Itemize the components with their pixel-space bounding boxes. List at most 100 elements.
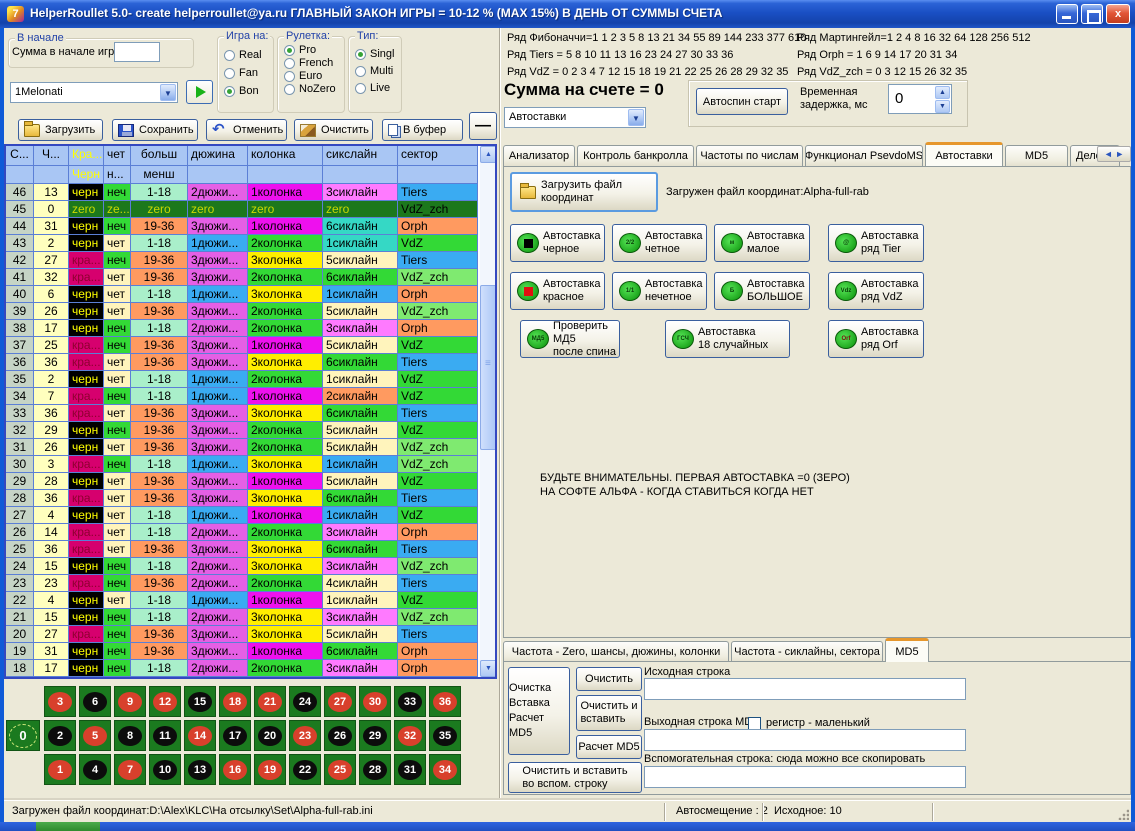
table-row[interactable]: 3725кра...неч19-363дюжи...1колонка5сикла…: [6, 337, 478, 354]
radio-icon[interactable]: [355, 66, 366, 77]
roulette-cell-33[interactable]: 33: [394, 686, 426, 717]
roulette-cell-32[interactable]: 32: [394, 720, 426, 751]
table-row[interactable]: 2415черннеч1-182дюжи...3колонка3сиклайнV…: [6, 558, 478, 575]
radio-icon[interactable]: [355, 83, 366, 94]
column-header[interactable]: С...: [6, 146, 34, 166]
start-sum-input[interactable]: [114, 42, 160, 62]
tab-2[interactable]: Контроль банкролла: [577, 145, 694, 166]
bet-button-even[interactable]: 2/2Автоставка четное: [612, 224, 707, 262]
autospin-start-button[interactable]: Автоспин старт: [696, 88, 788, 115]
radio-icon[interactable]: [284, 45, 295, 56]
roulette-cell-35[interactable]: 35: [429, 720, 461, 751]
table-row[interactable]: 4431черннеч19-363дюжи...1колонка6сиклайн…: [6, 218, 478, 235]
radio-option-euro[interactable]: Euro: [278, 70, 344, 82]
chevron-down-icon[interactable]: ▼: [160, 84, 176, 101]
tab-5[interactable]: Автоставки: [925, 142, 1003, 166]
table-row[interactable]: 3229черннеч19-363дюжи...2колонка5сиклайн…: [6, 422, 478, 439]
radio-icon[interactable]: [224, 50, 235, 61]
roulette-cell-4[interactable]: 4: [79, 754, 111, 785]
bet-button-big-b[interactable]: БАвтоставка БОЛЬШОЕ: [714, 272, 810, 310]
table-row[interactable]: 274чернчет1-181дюжи...1колонка1сиклайнVd…: [6, 507, 478, 524]
bet-button-orf[interactable]: OrfАвтоставка ряд Orf: [828, 320, 924, 358]
roulette-cell-14[interactable]: 14: [184, 720, 216, 751]
table-row[interactable]: 3926чернчет19-363дюжи...2колонка5сиклайн…: [6, 303, 478, 320]
roulette-cell-2[interactable]: 2: [44, 720, 76, 751]
table-row[interactable]: 4613черннеч1-182дюжи...1колонка3сиклайнT…: [6, 184, 478, 201]
table-row[interactable]: 3126чернчет19-363дюжи...2колонка5сиклайн…: [6, 439, 478, 456]
roulette-cell-22[interactable]: 22: [289, 754, 321, 785]
play-button[interactable]: [186, 80, 213, 104]
table-row[interactable]: 352чернчет1-181дюжи...2колонка1сиклайнVd…: [6, 371, 478, 388]
column-header[interactable]: Ч...: [34, 146, 69, 166]
roulette-cell-7[interactable]: 7: [114, 754, 146, 785]
roulette-cell-27[interactable]: 27: [324, 686, 356, 717]
roulette-cell-31[interactable]: 31: [394, 754, 426, 785]
open-folder-button[interactable]: Загрузить: [18, 119, 103, 141]
roulette-cell-16[interactable]: 16: [219, 754, 251, 785]
roulette-cell-6[interactable]: 6: [79, 686, 111, 717]
table-scrollbar[interactable]: ▲ ▼: [480, 146, 497, 677]
clear-paste-calc-button[interactable]: Очистка Вставка Расчет MD5: [508, 667, 570, 755]
roulette-cell-34[interactable]: 34: [429, 754, 461, 785]
bet-button-red-square[interactable]: Автоставка красное: [510, 272, 605, 310]
table-row[interactable]: 4227кра...неч19-363дюжи...3колонка5сикла…: [6, 252, 478, 269]
close-button[interactable]: x: [1106, 4, 1130, 24]
table-row[interactable]: 2323кра...неч19-362дюжи...2колонка4сикла…: [6, 575, 478, 592]
profile-combobox[interactable]: 1Melonati ▼: [10, 82, 178, 103]
radio-option-bon[interactable]: Bon: [218, 85, 273, 97]
table-row[interactable]: 2836кра...чет19-363дюжи...3колонка6сикла…: [6, 490, 478, 507]
scrollbar-thumb[interactable]: [480, 285, 497, 450]
roulette-cell-17[interactable]: 17: [219, 720, 251, 751]
calc-md5-button[interactable]: Расчет MD5: [576, 735, 642, 759]
table-row[interactable]: 450zeroze...zerozerozerozeroVdZ_zch: [6, 201, 478, 218]
roulette-cell-24[interactable]: 24: [289, 686, 321, 717]
bet-button-vdz[interactable]: VdzАвтоставка ряд VdZ: [828, 272, 924, 310]
radio-icon[interactable]: [224, 86, 235, 97]
md5-output-input[interactable]: [644, 729, 966, 751]
bet-button-black-square[interactable]: Автоставка черное: [510, 224, 605, 262]
column-header[interactable]: чет: [104, 146, 131, 166]
radio-icon[interactable]: [284, 71, 295, 82]
column-header[interactable]: [34, 166, 69, 184]
scroll-up-icon[interactable]: ▲: [480, 146, 497, 163]
table-row[interactable]: 2536кра...чет19-363дюжи...3колонка6сикла…: [6, 541, 478, 558]
maximize-button[interactable]: [1081, 4, 1103, 24]
roulette-cell-23[interactable]: 23: [289, 720, 321, 751]
copy-button[interactable]: В буфер: [382, 119, 463, 141]
undo-button[interactable]: Отменить: [206, 119, 287, 141]
mode-combobox[interactable]: Автоставки ▼: [504, 107, 646, 128]
table-row[interactable]: 3817черннеч1-182дюжи...2колонка3сиклайнO…: [6, 320, 478, 337]
load-coordinates-button[interactable]: Загрузить файл координат: [510, 172, 658, 212]
roulette-cell-29[interactable]: 29: [359, 720, 391, 751]
roulette-cell-1[interactable]: 1: [44, 754, 76, 785]
radio-option-nozero[interactable]: NoZero: [278, 83, 344, 95]
bet-button-random[interactable]: ГСЧАвтоставка 18 случайных: [665, 320, 790, 358]
roulette-cell-15[interactable]: 15: [184, 686, 216, 717]
save-button[interactable]: Сохранить: [112, 119, 198, 141]
roulette-cell-25[interactable]: 25: [324, 754, 356, 785]
table-row[interactable]: 2928чернчет19-363дюжи...1колонка5сиклайн…: [6, 473, 478, 490]
radio-option-live[interactable]: Live: [349, 82, 401, 94]
column-header[interactable]: сикслайн: [323, 146, 398, 166]
column-header[interactable]: [398, 166, 478, 184]
table-row[interactable]: 1817черннеч1-182дюжи...2колонка3сиклайнO…: [6, 660, 478, 677]
column-header[interactable]: Черн: [69, 166, 104, 184]
spin-down-icon[interactable]: ▼: [935, 100, 950, 113]
column-header[interactable]: [248, 166, 323, 184]
table-row[interactable]: 3336кра...чет19-363дюжи...3колонка6сикла…: [6, 405, 478, 422]
source-string-input[interactable]: [644, 678, 966, 700]
clear-button[interactable]: Очистить: [576, 667, 642, 691]
column-header[interactable]: н...: [104, 166, 131, 184]
column-header[interactable]: дюжина: [188, 146, 248, 166]
roulette-cell-19[interactable]: 19: [254, 754, 286, 785]
table-row[interactable]: 432чернчет1-181дюжи...2колонка1сиклайнVd…: [6, 235, 478, 252]
radio-option-singl[interactable]: Singl: [349, 48, 401, 60]
column-header[interactable]: Кра...: [69, 146, 104, 166]
roulette-cell-12[interactable]: 12: [149, 686, 181, 717]
roulette-cell-18[interactable]: 18: [219, 686, 251, 717]
bet-button-small-m[interactable]: мАвтоставка малое: [714, 224, 810, 262]
roulette-cell-28[interactable]: 28: [359, 754, 391, 785]
radio-option-multi[interactable]: Multi: [349, 65, 401, 77]
tab-scroll-arrows-icon[interactable]: ◄ ►: [1097, 146, 1131, 162]
spin-up-icon[interactable]: ▲: [935, 86, 950, 99]
